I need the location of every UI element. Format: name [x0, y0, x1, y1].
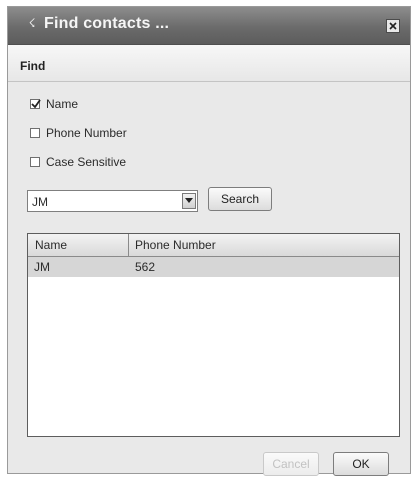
- dropdown-button[interactable]: [182, 193, 196, 209]
- ok-button[interactable]: OK: [333, 452, 389, 476]
- phone-number-option-label: Phone Number: [46, 126, 127, 140]
- close-button[interactable]: [386, 19, 400, 33]
- table-row[interactable]: JM 562: [28, 257, 399, 277]
- column-divider[interactable]: [128, 234, 129, 256]
- cancel-button[interactable]: Cancel: [263, 452, 319, 476]
- case-sensitive-checkbox[interactable]: [30, 157, 40, 167]
- find-contacts-dialog: ☇ Find contacts ... Find Name Phone Numb…: [7, 6, 411, 476]
- table-header: Name Phone Number: [28, 234, 399, 257]
- case-sensitive-option-label: Case Sensitive: [46, 155, 127, 169]
- cell-name: JM: [34, 260, 50, 274]
- search-combobox-value[interactable]: JM: [32, 195, 48, 209]
- column-header-phone-number[interactable]: Phone Number: [135, 238, 216, 252]
- name-option-label: Name: [46, 97, 79, 111]
- column-header-name[interactable]: Name: [35, 238, 67, 252]
- search-combobox[interactable]: JM: [27, 190, 198, 212]
- close-icon: [389, 22, 397, 30]
- title-bar[interactable]: ☇ Find contacts ...: [8, 7, 410, 45]
- section-title: Find: [20, 59, 46, 73]
- cell-phone-number: 562: [135, 260, 156, 274]
- search-button[interactable]: Search: [208, 187, 272, 211]
- chevron-down-icon: [185, 198, 193, 203]
- checkmark-icon: [31, 99, 41, 109]
- results-table: Name Phone Number JM 562: [27, 233, 400, 437]
- name-checkbox[interactable]: [30, 99, 41, 109]
- dialog-title: Find contacts ...: [44, 15, 170, 32]
- find-icon: ☇: [28, 16, 36, 30]
- find-section-header: Find: [8, 45, 410, 82]
- phone-number-checkbox[interactable]: [30, 128, 40, 138]
